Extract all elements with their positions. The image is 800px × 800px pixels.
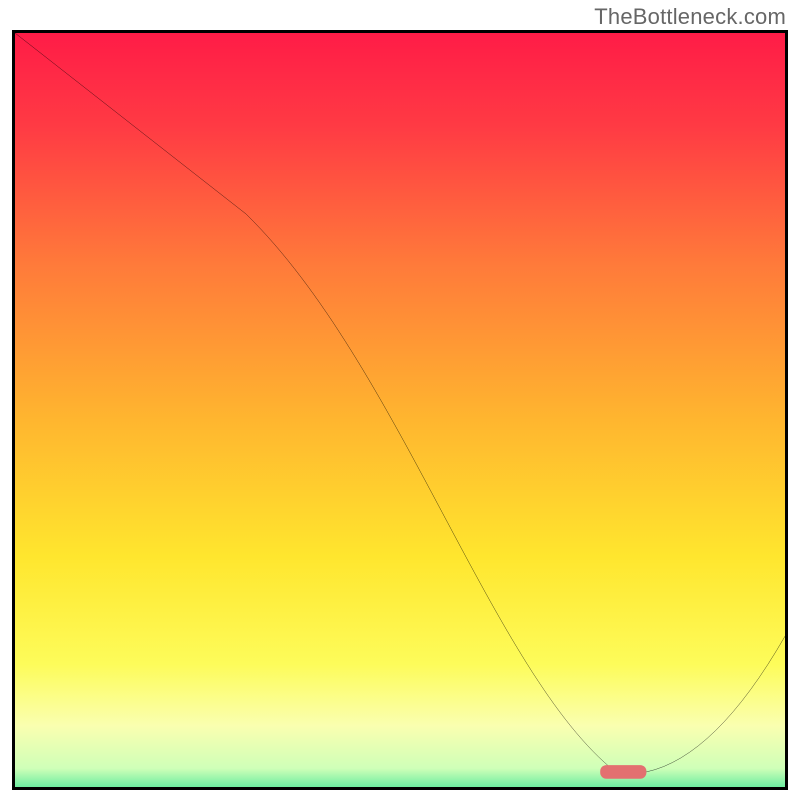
- watermark-text: TheBottleneck.com: [594, 4, 786, 30]
- bottleneck-curve-line: [15, 33, 785, 772]
- chart-frame: [12, 30, 788, 790]
- optimal-marker: [600, 765, 646, 779]
- chart-plot: [15, 33, 785, 787]
